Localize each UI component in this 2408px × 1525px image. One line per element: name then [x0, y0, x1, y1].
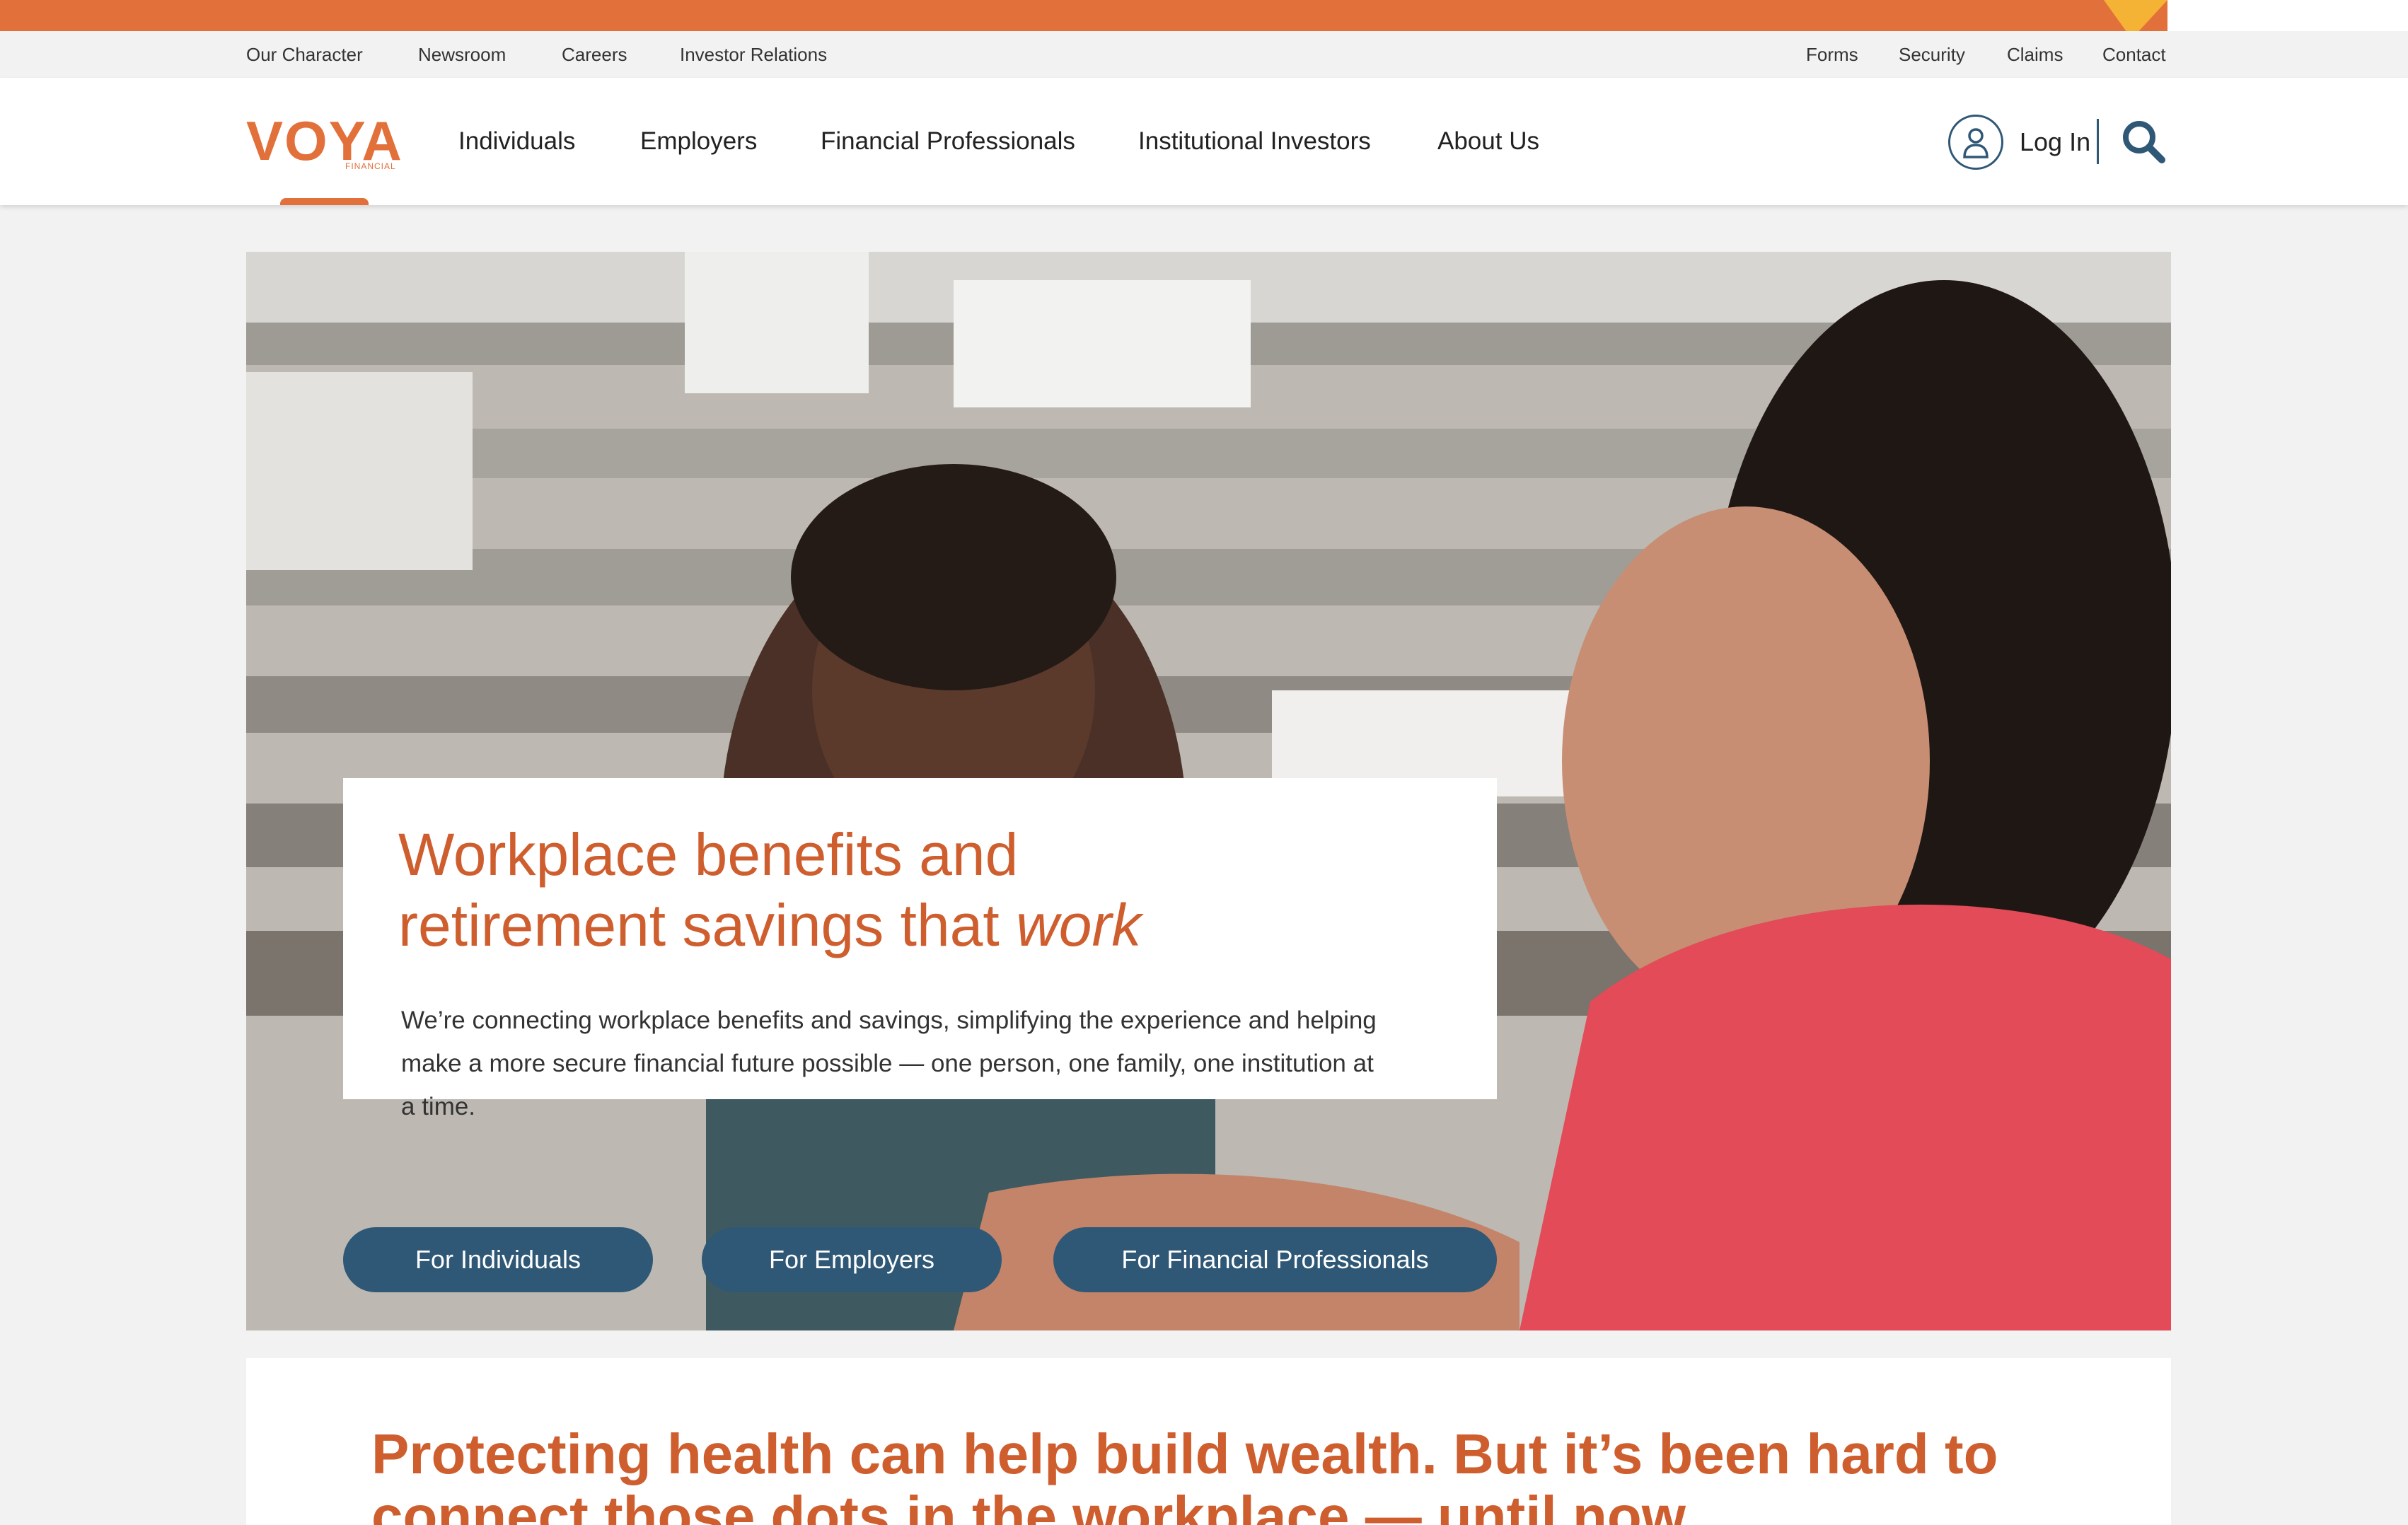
- nav-individuals[interactable]: Individuals: [458, 78, 575, 205]
- login-link[interactable]: Log In: [2020, 78, 2090, 207]
- logo-subtext: FINANCIAL: [345, 161, 396, 171]
- nav-institutional-investors[interactable]: Institutional Investors: [1138, 78, 1371, 205]
- section-heading: Protecting health can help build wealth.…: [371, 1422, 1998, 1525]
- main-nav: VOYA FINANCIAL Individuals Employers Fin…: [0, 78, 2408, 205]
- nav-employers[interactable]: Employers: [640, 78, 757, 205]
- for-financial-professionals-button[interactable]: For Financial Professionals: [1053, 1227, 1497, 1292]
- utility-link-investor-relations[interactable]: Investor Relations: [680, 31, 827, 78]
- voya-logo[interactable]: VOYA FINANCIAL: [246, 110, 403, 172]
- accent-triangle: [2104, 0, 2167, 31]
- utility-link-careers[interactable]: Careers: [562, 31, 627, 78]
- user-glyph: [1963, 128, 1989, 158]
- hero-title-emphasis: work: [1016, 892, 1142, 958]
- hero-title: Workplace benefits and retirement saving…: [398, 819, 1389, 961]
- health-wealth-section: Protecting health can help build wealth.…: [246, 1358, 2171, 1525]
- utility-link-claims[interactable]: Claims: [2007, 31, 2063, 78]
- top-accent-bar: [0, 0, 2408, 31]
- utility-link-forms[interactable]: Forms: [1806, 31, 1858, 78]
- active-nav-indicator: [280, 198, 369, 205]
- hero-description: We’re connecting workplace benefits and …: [401, 1007, 1377, 1120]
- logo-wordmark: VOYA: [246, 110, 403, 172]
- utility-link-our-character[interactable]: Our Character: [246, 31, 363, 78]
- hero-card: Workplace benefits and retirement saving…: [343, 778, 1497, 1120]
- utility-nav: Our Character Newsroom Careers Investor …: [0, 31, 2408, 78]
- nav-financial-professionals[interactable]: Financial Professionals: [821, 78, 1075, 205]
- utility-link-contact[interactable]: Contact: [2102, 31, 2166, 78]
- hero-banner: Workplace benefits and retirement saving…: [246, 252, 2171, 1330]
- utility-link-security[interactable]: Security: [1899, 31, 1965, 78]
- user-icon[interactable]: [1948, 115, 2003, 170]
- nav-divider: [2097, 119, 2099, 164]
- for-employers-button[interactable]: For Employers: [702, 1227, 1002, 1292]
- for-individuals-button[interactable]: For Individuals: [343, 1227, 653, 1292]
- search-icon[interactable]: [2121, 119, 2166, 164]
- hero-title-line2: retirement savings that: [398, 892, 1017, 958]
- hero-title-line1: Workplace benefits and: [398, 821, 1019, 888]
- utility-link-newsroom[interactable]: Newsroom: [418, 31, 506, 78]
- accent-corner: [2167, 0, 2408, 31]
- nav-about-us[interactable]: About Us: [1437, 78, 1539, 205]
